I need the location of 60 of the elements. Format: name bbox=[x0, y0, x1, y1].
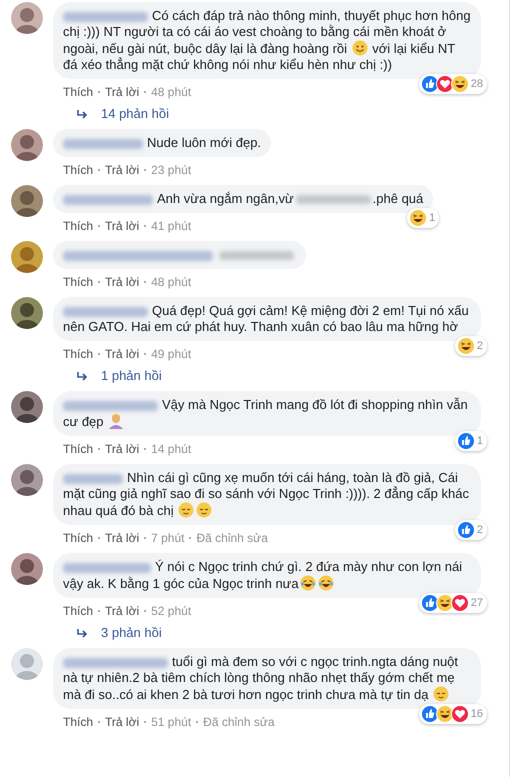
like-reaction-icon bbox=[456, 521, 475, 539]
face-emoji-icon bbox=[178, 502, 194, 518]
comment-text: Có cách đáp trả nào thông minh, thuyết phục hơn hông chị :))) NT người ta có cái áo vest choàng to bằng cái mền khoát ở ngoài, nếu gài nút, buộc dây lại là đàng hoàng rồi với lại kiểu NT đá xéo thẳng mặt chứ không nói như kiểu hèn như chị :)) bbox=[63, 8, 471, 73]
like-reaction-icon bbox=[456, 432, 475, 450]
reaction-count: 1 bbox=[476, 434, 483, 449]
comment-text: Nhìn cái gì cũng xẹ muốn tới cái háng, toàn là đồ giả, Cái mặt cũng giả nghĩ sao đi so sánh với Ngọc Trinh :)))). 2 đẳng cấp khác nhau quá đó bà chị bbox=[63, 470, 470, 519]
laughing-reaction-icon bbox=[409, 209, 428, 227]
reaction-count: 28 bbox=[470, 77, 483, 92]
reaction-count: 16 bbox=[470, 707, 483, 722]
comment-text: Nude luôn mới đẹp. bbox=[63, 135, 262, 151]
laughing-reaction-icon bbox=[450, 75, 469, 93]
comment-text: tuổi gì mà đem so với c ngọc trinh.ngta dáng nuột nà tự nhiên.2 bà tiêm chích lòng thông nhão nhẹt thấy gớm chết mẹ mà đi so..có ai khen 2 bà tươi hơn ngọc trinh chưa mà tự tin dạ bbox=[63, 654, 460, 703]
comment-text: Vậy mà Ngọc Trinh mang đồ lót đi shopping nhìn vẫn cư đẹp bbox=[63, 397, 469, 430]
face-emoji-icon bbox=[352, 40, 368, 56]
like-link[interactable]: Thích bbox=[63, 84, 94, 100]
reply-arrow-icon bbox=[77, 109, 89, 119]
laughing-reaction-icon bbox=[456, 337, 475, 355]
reply-link[interactable]: Trả lời bbox=[105, 84, 140, 100]
like-link[interactable]: Thích bbox=[63, 218, 94, 234]
face-emoji-icon bbox=[433, 686, 450, 702]
replies-link[interactable]: 3 phản hồi bbox=[77, 625, 481, 641]
laughing-reaction-icon bbox=[436, 594, 454, 612]
heart-reaction-icon bbox=[450, 705, 469, 723]
person-emoji-icon bbox=[108, 413, 124, 429]
like-reaction-icon bbox=[420, 705, 439, 723]
like-reaction-icon bbox=[420, 594, 439, 612]
reply-link[interactable]: Trả lời bbox=[105, 162, 140, 178]
like-reaction-icon bbox=[420, 75, 439, 93]
reaction-count: 2 bbox=[476, 339, 483, 354]
face-emoji-icon bbox=[300, 575, 316, 591]
heart-reaction-icon bbox=[436, 75, 454, 93]
like-link[interactable]: Thích bbox=[63, 441, 94, 457]
laughing-reaction-icon bbox=[436, 705, 454, 723]
like-link[interactable]: Thích bbox=[63, 603, 94, 619]
like-link[interactable]: Thích bbox=[63, 530, 94, 546]
reply-link[interactable]: Trả lời bbox=[105, 441, 140, 457]
blurred-name bbox=[63, 474, 123, 484]
like-link[interactable]: Thích bbox=[63, 714, 94, 730]
reply-link[interactable]: Trả lời bbox=[105, 346, 140, 362]
reply-arrow-icon bbox=[77, 628, 89, 638]
replies-link[interactable]: 1 phản hồi bbox=[77, 368, 481, 384]
comment-text: Ý nói c Ngọc trinh chứ gì. 2 đứa mày như con lợn nái vậy ak. K bằng 1 góc của Ngọc trinh nưa bbox=[63, 559, 464, 592]
heart-reaction-icon bbox=[450, 594, 469, 612]
replies-link[interactable]: 14 phản hồi bbox=[77, 106, 481, 122]
reply-link[interactable]: Trả lời bbox=[105, 603, 140, 619]
reply-arrow-icon bbox=[77, 371, 89, 381]
reply-link[interactable]: Trả lời bbox=[105, 218, 140, 234]
face-emoji-icon bbox=[196, 502, 212, 518]
like-link[interactable]: Thích bbox=[63, 162, 94, 178]
reaction-count: 27 bbox=[470, 596, 483, 611]
comment-text: Anh vừa ngắm ngân,vừ .phê quá bbox=[63, 191, 424, 207]
reply-link[interactable]: Trả lời bbox=[105, 530, 140, 546]
like-link[interactable]: Thích bbox=[63, 274, 94, 290]
like-link[interactable]: Thích bbox=[63, 346, 94, 362]
reply-link[interactable]: Trả lời bbox=[105, 714, 140, 730]
comment-text: Quá đẹp! Quá gợi cảm! Kệ miệng đời 2 em! Tụi nó xấu nên GATO. Hai em cứ phát huy. Thanh xuân có bao lâu ma hững hờ bbox=[63, 303, 470, 335]
reaction-count: 1 bbox=[429, 211, 436, 226]
reply-link[interactable]: Trả lời bbox=[105, 274, 140, 290]
face-emoji-icon bbox=[318, 575, 334, 591]
reaction-count: 2 bbox=[476, 523, 483, 538]
